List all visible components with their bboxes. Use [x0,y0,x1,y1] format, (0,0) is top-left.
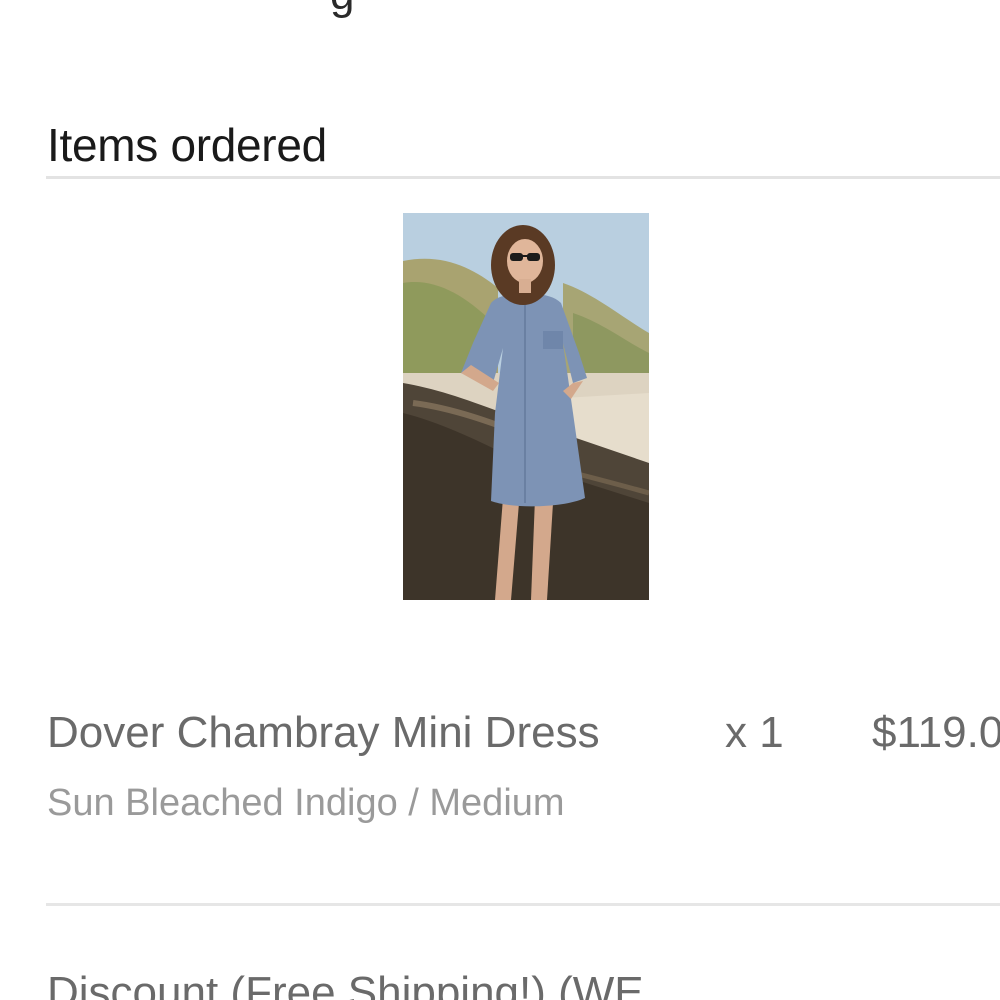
item-variant: Sun Bleached Indigo / Medium [47,782,565,824]
item-name[interactable]: Dover Chambray Mini Dress [47,708,600,758]
partial-heading-text: g [330,0,354,20]
section-divider [46,176,1000,179]
items-divider [46,903,1000,906]
product-image[interactable] [403,213,649,600]
dress-photo-illustration [403,213,649,600]
order-summary-page: g Items ordered [0,0,1000,1000]
section-title: Items ordered [47,119,327,171]
item-quantity: x 1 [725,708,784,757]
discount-label: Discount (Free Shipping!) (WE [47,968,644,1000]
item-price: $119.0 [872,708,1000,757]
